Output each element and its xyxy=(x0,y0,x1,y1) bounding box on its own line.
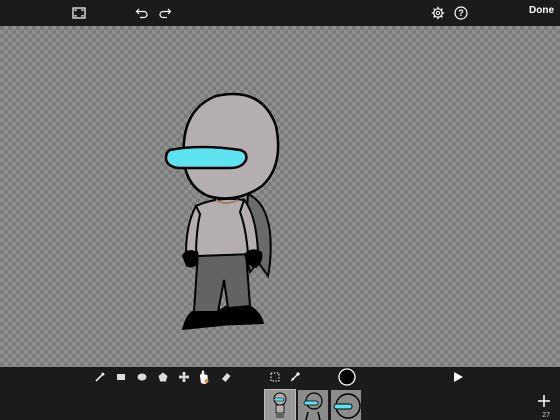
frame-thumbnail[interactable] xyxy=(264,389,296,420)
rectangle-icon[interactable] xyxy=(114,370,128,384)
fill-hand-icon[interactable] xyxy=(196,369,212,385)
svg-text:?: ? xyxy=(458,8,464,18)
frame-thumbnail[interactable] xyxy=(331,390,361,420)
drawing-canvas[interactable] xyxy=(0,26,560,367)
polygon-icon[interactable] xyxy=(156,370,170,384)
left-hand xyxy=(182,250,199,268)
ellipse-icon[interactable] xyxy=(135,370,149,384)
select-icon[interactable] xyxy=(268,370,282,384)
top-bar: ? Done xyxy=(0,0,560,26)
fullscreen-icon[interactable] xyxy=(71,3,87,23)
done-button[interactable]: Done xyxy=(529,5,554,16)
play-icon[interactable] xyxy=(451,370,465,384)
undo-icon[interactable] xyxy=(135,3,149,23)
settings-icon[interactable] xyxy=(430,3,446,23)
eyedropper-icon[interactable] xyxy=(288,370,302,384)
frame-strip: 27 xyxy=(0,388,560,420)
redo-icon[interactable] xyxy=(158,3,172,23)
eraser-icon[interactable] xyxy=(219,370,233,384)
current-color-swatch[interactable] xyxy=(338,368,356,386)
character-drawing xyxy=(164,92,280,330)
visor-shape xyxy=(164,145,248,170)
add-frame-icon[interactable] xyxy=(537,394,551,408)
frame-thumbnail[interactable] xyxy=(298,390,328,420)
frame-count: 27 xyxy=(542,412,550,419)
brush-icon[interactable] xyxy=(93,370,107,384)
help-icon[interactable]: ? xyxy=(453,3,469,23)
tool-bar xyxy=(0,367,560,388)
pants-shape xyxy=(192,251,252,313)
stamp-icon[interactable] xyxy=(177,370,191,384)
